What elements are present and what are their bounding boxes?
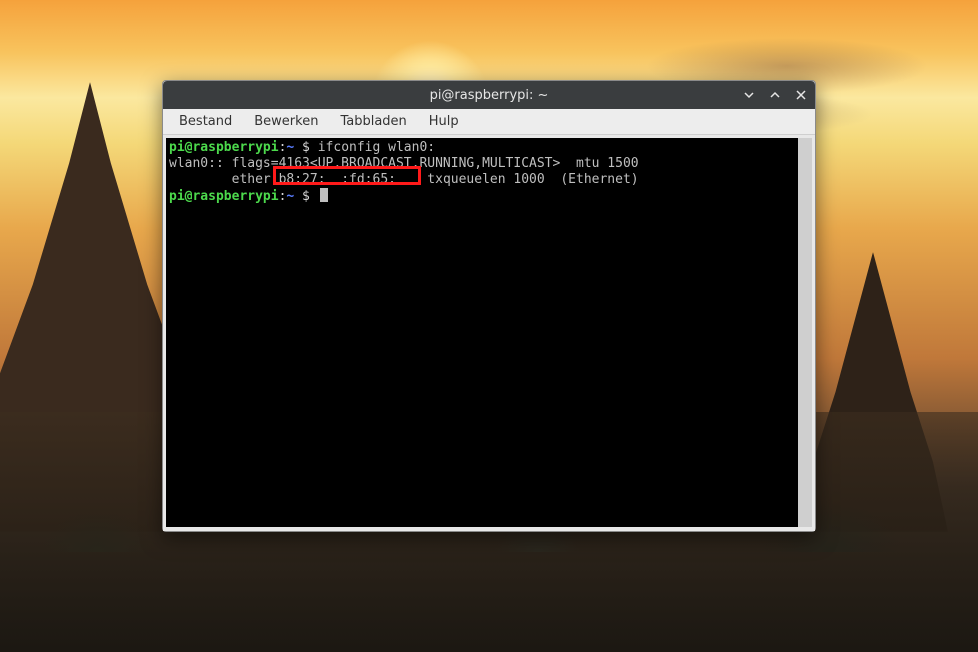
- command-text: ifconfig wlan0:: [318, 140, 435, 155]
- prompt-userhost: pi@raspberrypi: [169, 189, 279, 204]
- terminal-line: pi@raspberrypi:~ $: [169, 188, 795, 205]
- menu-bewerken[interactable]: Bewerken: [244, 111, 328, 132]
- terminal-viewport[interactable]: pi@raspberrypi:~ $ ifconfig wlan0: wlan0…: [166, 138, 812, 527]
- menu-tabbladen[interactable]: Tabbladen: [330, 111, 416, 132]
- terminal-cursor: [320, 188, 328, 202]
- terminal-line: wlan0:: flags=4163<UP,BROADCAST,RUNNING,…: [169, 156, 795, 172]
- mac-address: b8:27: :fd:65:: [279, 172, 412, 187]
- menubar: Bestand Bewerken Tabbladen Hulp: [163, 109, 815, 135]
- terminal-line: pi@raspberrypi:~ $ ifconfig wlan0:: [169, 140, 795, 156]
- prompt-dollar: $: [294, 189, 317, 204]
- prompt-userhost: pi@raspberrypi: [169, 140, 279, 155]
- terminal-line: ether b8:27: :fd:65: txqueuelen 1000 (Et…: [169, 172, 795, 188]
- prompt-dollar: $: [294, 140, 317, 155]
- chevron-up-icon: [770, 90, 780, 100]
- close-button[interactable]: [793, 87, 809, 103]
- terminal-window: pi@raspberrypi: ~ Bestand Bewerken Tabbl…: [162, 80, 816, 532]
- close-icon: [796, 90, 806, 100]
- ether-suffix: txqueuelen 1000 (Ethernet): [412, 172, 639, 187]
- scrollbar[interactable]: [798, 138, 812, 527]
- chevron-down-icon: [744, 90, 754, 100]
- menu-hulp[interactable]: Hulp: [419, 111, 469, 132]
- titlebar[interactable]: pi@raspberrypi: ~: [163, 81, 815, 109]
- maximize-button[interactable]: [767, 87, 783, 103]
- window-controls: [741, 81, 809, 109]
- window-title: pi@raspberrypi: ~: [430, 88, 549, 103]
- minimize-button[interactable]: [741, 87, 757, 103]
- menu-bestand[interactable]: Bestand: [169, 111, 242, 132]
- ether-prefix: ether: [169, 172, 279, 187]
